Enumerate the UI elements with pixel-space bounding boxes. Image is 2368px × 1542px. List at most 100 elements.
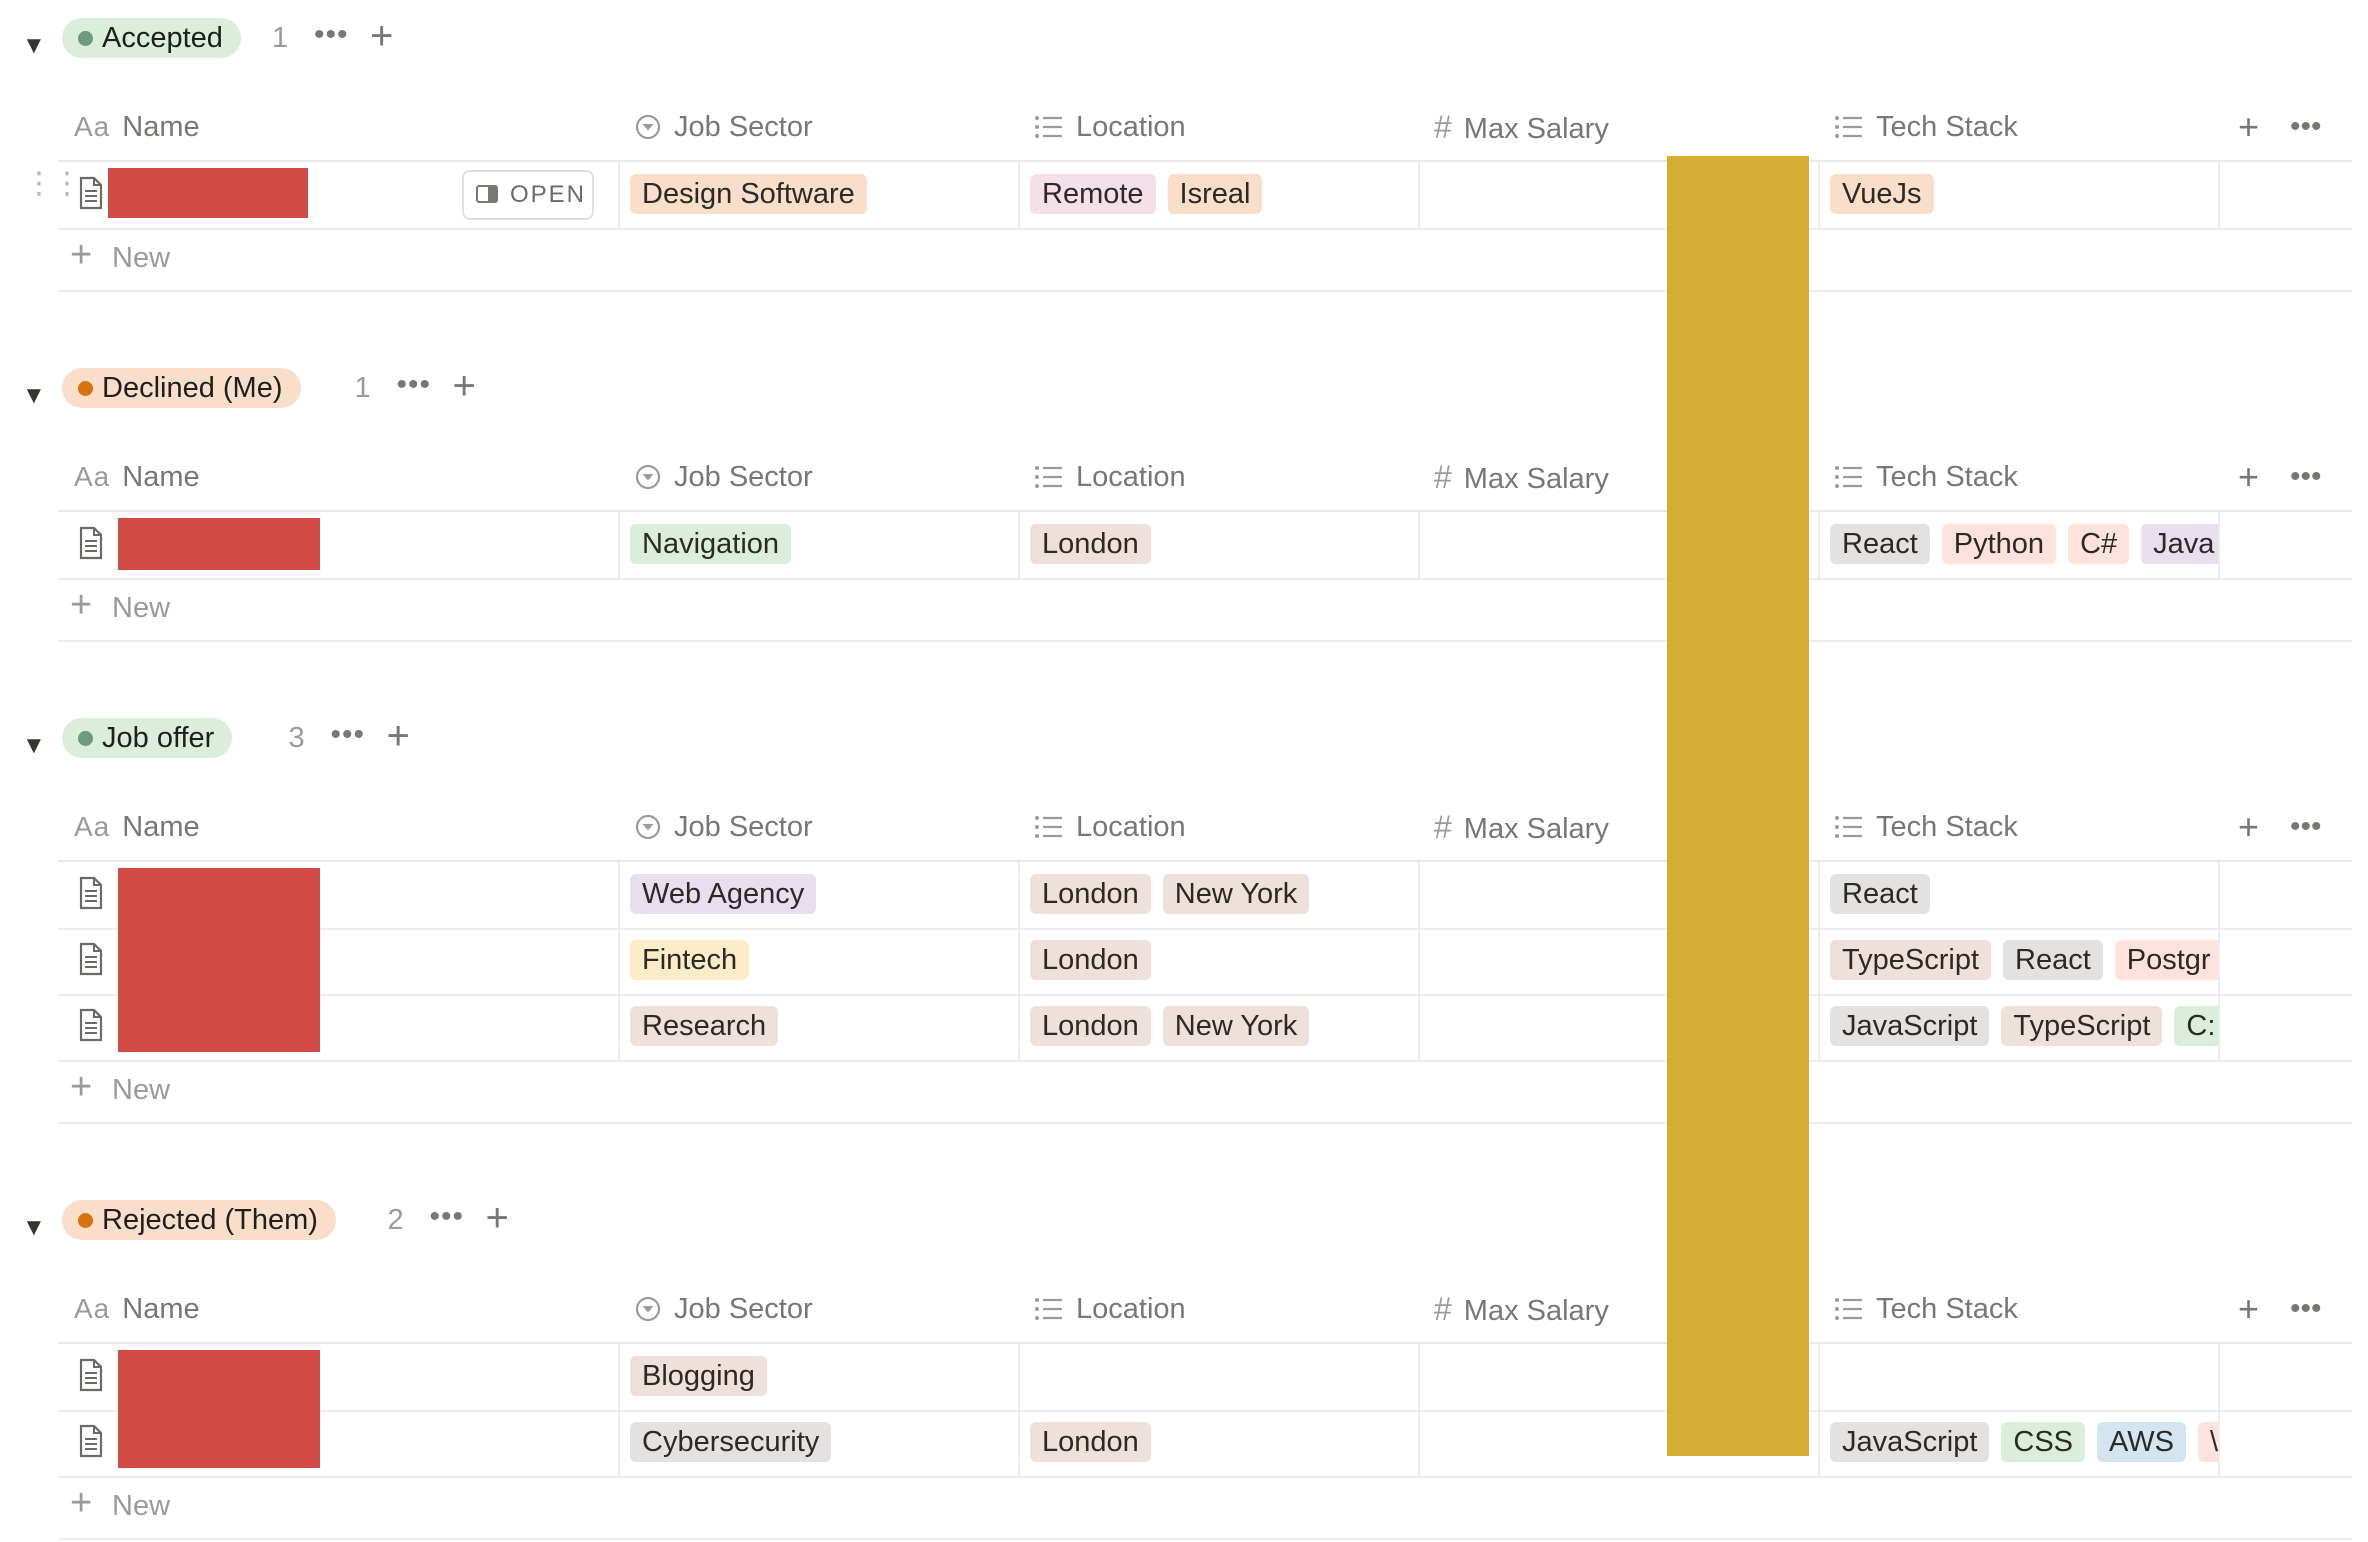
- group-status-pill[interactable]: Job offer: [62, 718, 233, 758]
- collapse-toggle-icon[interactable]: ▼: [22, 34, 46, 58]
- location-cell[interactable]: London: [1018, 512, 1418, 578]
- column-header-name[interactable]: Aa Name: [74, 1276, 200, 1342]
- drag-handle-icon[interactable]: ⋮⋮: [24, 166, 82, 201]
- select-property-icon: [634, 1276, 662, 1342]
- group-label: Declined (Me): [102, 372, 283, 404]
- add-property-icon[interactable]: +: [2238, 94, 2259, 160]
- job-sector-cell[interactable]: Cybersecurity: [618, 1410, 1018, 1476]
- group-add-icon[interactable]: +: [453, 364, 476, 409]
- column-label: Job Sector: [674, 811, 813, 843]
- table-row[interactable]: Web AgencyLondonNew York£React: [58, 862, 2352, 930]
- column-header-max-salary[interactable]: # Max Salary: [1434, 94, 1609, 160]
- collapse-toggle-icon[interactable]: ▼: [22, 384, 46, 408]
- tech-stack-cell[interactable]: VueJs: [1818, 162, 2218, 228]
- open-page-button[interactable]: OPEN: [462, 170, 594, 220]
- add-property-icon[interactable]: +: [2238, 444, 2259, 510]
- tech-stack-cell[interactable]: TypeScript React Postgr: [1818, 928, 2218, 994]
- column-header-job-sector[interactable]: Job Sector: [634, 794, 813, 860]
- location-tag: New York: [1162, 1006, 1310, 1046]
- column-header-tech-stack[interactable]: Tech Stack: [1834, 444, 2018, 510]
- job-sector-cell[interactable]: Design Software: [618, 162, 1018, 228]
- group-more-icon[interactable]: •••: [331, 718, 366, 752]
- view-options-icon[interactable]: •••: [2290, 1276, 2322, 1342]
- tag-list: London New York: [1030, 874, 1321, 914]
- tag-list: React Python C# Java: [1830, 524, 2218, 564]
- view-options-icon[interactable]: •••: [2290, 794, 2322, 860]
- table-row[interactable]: ResearchLondonNew York£JavaScriptTypeScr…: [58, 994, 2352, 1062]
- column-header-location[interactable]: Location: [1034, 94, 1186, 160]
- job-sector-cell[interactable]: Web Agency: [618, 862, 1018, 928]
- table-row[interactable]: NavigationLondon£ReactPythonC#Java: [58, 512, 2352, 580]
- job-sector-cell[interactable]: Research: [618, 994, 1018, 1060]
- group-add-icon[interactable]: +: [486, 1196, 509, 1241]
- page-icon: [79, 526, 103, 560]
- new-row-button[interactable]: + New: [58, 1060, 2352, 1124]
- column-header-job-sector[interactable]: Job Sector: [634, 444, 813, 510]
- location-cell[interactable]: London: [1018, 1410, 1418, 1476]
- view-options-icon[interactable]: •••: [2290, 444, 2322, 510]
- new-row-button[interactable]: + New: [58, 578, 2352, 642]
- new-row-label: New: [112, 1490, 171, 1522]
- group-more-icon[interactable]: •••: [430, 1200, 465, 1234]
- group-add-icon[interactable]: +: [387, 714, 410, 759]
- plus-icon: +: [70, 1066, 93, 1108]
- group-more-icon[interactable]: •••: [397, 368, 432, 402]
- column-divider: [2218, 862, 2220, 928]
- column-header-job-sector[interactable]: Job Sector: [634, 1276, 813, 1342]
- column-header-max-salary[interactable]: # Max Salary: [1434, 794, 1609, 860]
- job-sector-cell[interactable]: Fintech: [618, 928, 1018, 994]
- column-header-max-salary[interactable]: # Max Salary: [1434, 444, 1609, 510]
- table-row[interactable]: OPENDesign SoftwareRemoteIsreal£VueJs: [58, 162, 2352, 230]
- view-options-icon[interactable]: •••: [2290, 94, 2322, 160]
- location-cell[interactable]: London New York: [1018, 994, 1418, 1060]
- column-label: Tech Stack: [1876, 1293, 2018, 1325]
- new-row-button[interactable]: + New: [58, 228, 2352, 292]
- group-status-pill[interactable]: Accepted: [62, 18, 241, 58]
- new-row-button[interactable]: + New: [58, 1476, 2352, 1540]
- column-header-location[interactable]: Location: [1034, 1276, 1186, 1342]
- table-row[interactable]: FintechLondon£TypeScriptReactPostgr: [58, 928, 2352, 996]
- location-tag: New York: [1162, 874, 1310, 914]
- column-header-location[interactable]: Location: [1034, 444, 1186, 510]
- tag-list: Research: [630, 1006, 790, 1046]
- column-header-name[interactable]: Aa Name: [74, 794, 200, 860]
- add-property-icon[interactable]: +: [2238, 794, 2259, 860]
- job-sector-cell[interactable]: Blogging: [618, 1344, 1018, 1410]
- column-label: Location: [1076, 111, 1186, 143]
- tech-stack-cell[interactable]: React Python C# Java: [1818, 512, 2218, 578]
- multiselect-property-icon: [1834, 794, 1864, 860]
- tech-stack-cell[interactable]: [1818, 1344, 2218, 1410]
- collapse-toggle-icon[interactable]: ▼: [22, 734, 46, 758]
- column-header-name[interactable]: Aa Name: [74, 444, 200, 510]
- tech-stack-cell[interactable]: JavaScript CSS AWS \: [1818, 1410, 2218, 1476]
- group-count: 3: [288, 722, 305, 754]
- location-cell[interactable]: Remote Isreal: [1018, 162, 1418, 228]
- group-more-icon[interactable]: •••: [314, 18, 349, 52]
- location-tag: London: [1030, 1422, 1151, 1462]
- location-cell[interactable]: [1018, 1344, 1418, 1410]
- column-header-location[interactable]: Location: [1034, 794, 1186, 860]
- group-status-pill[interactable]: Declined (Me): [62, 368, 301, 408]
- database-board: ▼ Accepted 1 ••• + Aa Name Job Sector Location # M…: [0, 0, 2368, 1542]
- tech-stack-cell[interactable]: React: [1818, 862, 2218, 928]
- column-header-max-salary[interactable]: # Max Salary: [1434, 1276, 1609, 1342]
- location-cell[interactable]: London: [1018, 928, 1418, 994]
- group-status-pill[interactable]: Rejected (Them): [62, 1200, 336, 1240]
- tag-list: London: [1030, 940, 1163, 980]
- tech-tag: TypeScript: [2001, 1006, 2163, 1046]
- location-tag: London: [1030, 940, 1151, 980]
- job-sector-cell[interactable]: Navigation: [618, 512, 1018, 578]
- group-add-icon[interactable]: +: [370, 14, 393, 59]
- column-header-name[interactable]: Aa Name: [74, 94, 200, 160]
- column-header-tech-stack[interactable]: Tech Stack: [1834, 794, 2018, 860]
- location-cell[interactable]: London New York: [1018, 862, 1418, 928]
- column-label: Max Salary: [1463, 463, 1609, 495]
- tech-stack-cell[interactable]: JavaScript TypeScript C:: [1818, 994, 2218, 1060]
- add-property-icon[interactable]: +: [2238, 1276, 2259, 1342]
- column-header-job-sector[interactable]: Job Sector: [634, 94, 813, 160]
- collapse-toggle-icon[interactable]: ▼: [22, 1216, 46, 1240]
- column-header-tech-stack[interactable]: Tech Stack: [1834, 94, 2018, 160]
- table-row[interactable]: Blogging£1: [58, 1344, 2352, 1412]
- column-header-tech-stack[interactable]: Tech Stack: [1834, 1276, 2018, 1342]
- table-row[interactable]: CybersecurityLondon£1JavaScriptCSSAWS\: [58, 1410, 2352, 1478]
